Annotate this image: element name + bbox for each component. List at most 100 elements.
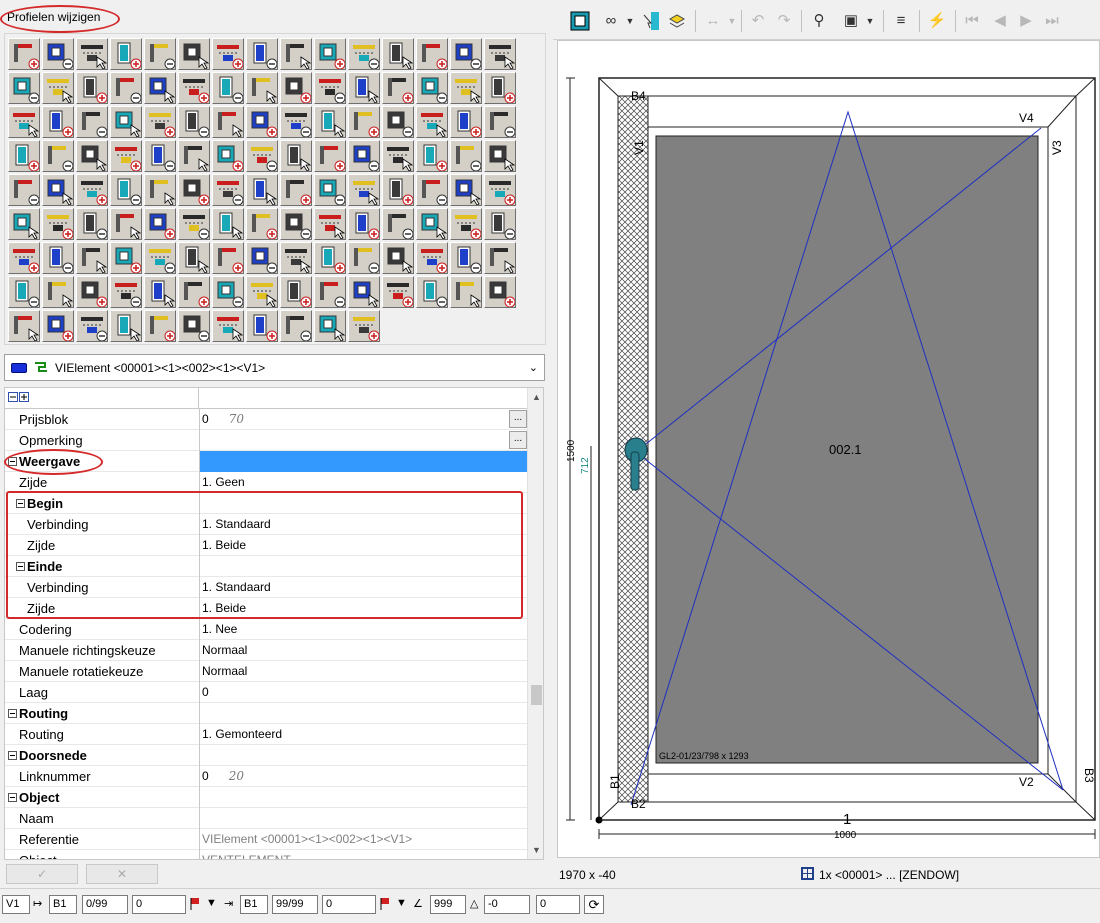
hardware-icon[interactable]	[212, 106, 244, 138]
mullion-icon[interactable]	[280, 276, 312, 308]
profile-add-icon[interactable]	[280, 106, 312, 138]
transom-icon[interactable]	[348, 242, 380, 274]
transom-icon[interactable]	[484, 106, 516, 138]
profile-split-icon[interactable]	[314, 140, 346, 172]
profile-add-icon[interactable]	[110, 276, 142, 308]
transom-icon[interactable]	[382, 208, 414, 240]
property-value[interactable]: 1. Gemonteerd	[199, 724, 527, 745]
zoom-window-icon[interactable]: ⚲	[807, 9, 831, 33]
next-icon[interactable]: ▶	[1015, 9, 1037, 33]
profile-split-icon[interactable]	[382, 72, 414, 104]
profile-add-icon[interactable]	[314, 72, 346, 104]
profile-edit-icon[interactable]	[8, 38, 40, 70]
mullion-icon[interactable]	[178, 72, 210, 104]
profile-remove-icon[interactable]	[110, 310, 142, 342]
property-row[interactable]: Manuele richtingskeuze Normaal	[5, 640, 527, 661]
profile-edit-icon[interactable]	[416, 242, 448, 274]
property-value[interactable]: VENTELEMENT	[199, 850, 527, 859]
layers-icon[interactable]	[665, 9, 689, 33]
property-row[interactable]: Linknummer 0 20	[5, 766, 527, 787]
pointer-tool-icon[interactable]	[641, 9, 661, 33]
profile-edit-icon[interactable]	[484, 174, 516, 206]
property-row[interactable]: Naam	[5, 808, 527, 829]
transom-icon[interactable]	[8, 276, 40, 308]
hardware-icon[interactable]	[416, 208, 448, 240]
funnel-icon[interactable]: ▼	[396, 897, 407, 909]
transom-icon[interactable]	[144, 140, 176, 172]
property-row[interactable]: Laag 0	[5, 682, 527, 703]
profile-remove-icon[interactable]	[8, 106, 40, 138]
glazing-bead-icon[interactable]	[8, 208, 40, 240]
glazing-bead-icon[interactable]	[314, 208, 346, 240]
profile-info-icon[interactable]	[110, 72, 142, 104]
profile-split-icon[interactable]	[110, 38, 142, 70]
mullion-icon[interactable]	[416, 140, 448, 172]
hardware-icon[interactable]	[280, 38, 312, 70]
glazing-bead-icon[interactable]	[76, 140, 108, 172]
profile-remove-icon[interactable]	[144, 276, 176, 308]
element-selector[interactable]: VIElement <00001><1><002><1><V1> ⌄	[4, 354, 545, 381]
property-row[interactable]: Opmerking...	[5, 430, 527, 451]
begin-count-field[interactable]: 0/99	[82, 895, 128, 914]
profile-split-icon[interactable]	[246, 208, 278, 240]
mullion-icon[interactable]	[246, 310, 278, 342]
profile-edit-icon[interactable]	[280, 72, 312, 104]
property-value[interactable]	[199, 451, 527, 472]
profile-info-icon[interactable]	[382, 106, 414, 138]
begin-connection-field[interactable]: B1	[49, 895, 77, 914]
refresh-icon[interactable]: ⟳	[584, 895, 604, 914]
property-category[interactable]: Routing	[5, 703, 527, 724]
end-connection-field[interactable]: B1	[240, 895, 268, 914]
profile-split-icon[interactable]	[76, 72, 108, 104]
profile-info-icon[interactable]	[42, 140, 74, 172]
profile-remove-icon[interactable]	[382, 38, 414, 70]
profile-edit-icon[interactable]	[450, 208, 482, 240]
previous-icon[interactable]: ◀	[989, 9, 1011, 33]
profile-split-icon[interactable]	[8, 140, 40, 172]
profile-edit-icon[interactable]	[76, 276, 108, 308]
profile-edit-icon[interactable]	[348, 310, 380, 342]
transom-icon[interactable]	[314, 276, 346, 308]
profile-add-icon[interactable]	[8, 72, 40, 104]
collapse-expand-icon[interactable]	[8, 392, 30, 403]
profile-remove-icon[interactable]	[450, 276, 482, 308]
hardware-icon[interactable]	[450, 174, 482, 206]
mullion-icon[interactable]	[382, 174, 414, 206]
hardware-icon[interactable]	[314, 310, 346, 342]
mullion-icon[interactable]	[450, 106, 482, 138]
hardware-icon[interactable]	[76, 242, 108, 274]
funnel-icon[interactable]: ▼	[206, 897, 217, 909]
window-drawing[interactable]: B4 V1 V4 V3 B1 B2 V2 B3 002.1 GL2-01/23/…	[558, 41, 1099, 857]
hardware-icon[interactable]	[484, 140, 516, 172]
property-value[interactable]: 1. Nee	[199, 619, 527, 640]
hardware-icon[interactable]	[246, 72, 278, 104]
align-left-icon[interactable]: ≡	[889, 9, 913, 33]
profile-remove-icon[interactable]	[280, 140, 312, 172]
chevron-down-icon[interactable]: ⌄	[529, 361, 538, 374]
extra-field[interactable]: 0	[536, 895, 580, 914]
profile-split-icon[interactable]	[212, 242, 244, 274]
profile-info-icon[interactable]	[348, 140, 380, 172]
glazing-bead-icon[interactable]	[416, 106, 448, 138]
property-value[interactable]	[199, 703, 527, 724]
property-row[interactable]: Codering 1. Nee	[5, 619, 527, 640]
mullion-icon[interactable]	[42, 208, 74, 240]
begin-offset-field[interactable]: 0	[132, 895, 186, 914]
hardware-icon[interactable]	[110, 208, 142, 240]
hardware-icon[interactable]	[348, 276, 380, 308]
scroll-up-icon[interactable]: ▲	[532, 392, 541, 402]
mullion-icon[interactable]	[212, 38, 244, 70]
drawing-canvas[interactable]: B4 V1 V4 V3 B1 B2 V2 B3 002.1 GL2-01/23/…	[557, 40, 1100, 858]
mullion-icon[interactable]	[144, 106, 176, 138]
property-category[interactable]: Object	[5, 787, 527, 808]
profile-edit-icon[interactable]	[110, 242, 142, 274]
glazing-bead-icon[interactable]	[382, 140, 414, 172]
chevron-down-icon[interactable]: ▼	[727, 9, 737, 33]
chevron-down-icon[interactable]: ▼	[625, 9, 635, 33]
profile-split-icon[interactable]	[144, 310, 176, 342]
mullion-icon[interactable]	[484, 72, 516, 104]
profile-edit-icon[interactable]	[314, 38, 346, 70]
property-value[interactable]: Normaal	[199, 640, 527, 661]
mullion-icon[interactable]	[314, 242, 346, 274]
property-row[interactable]: Manuele rotatiekeuze Normaal	[5, 661, 527, 682]
